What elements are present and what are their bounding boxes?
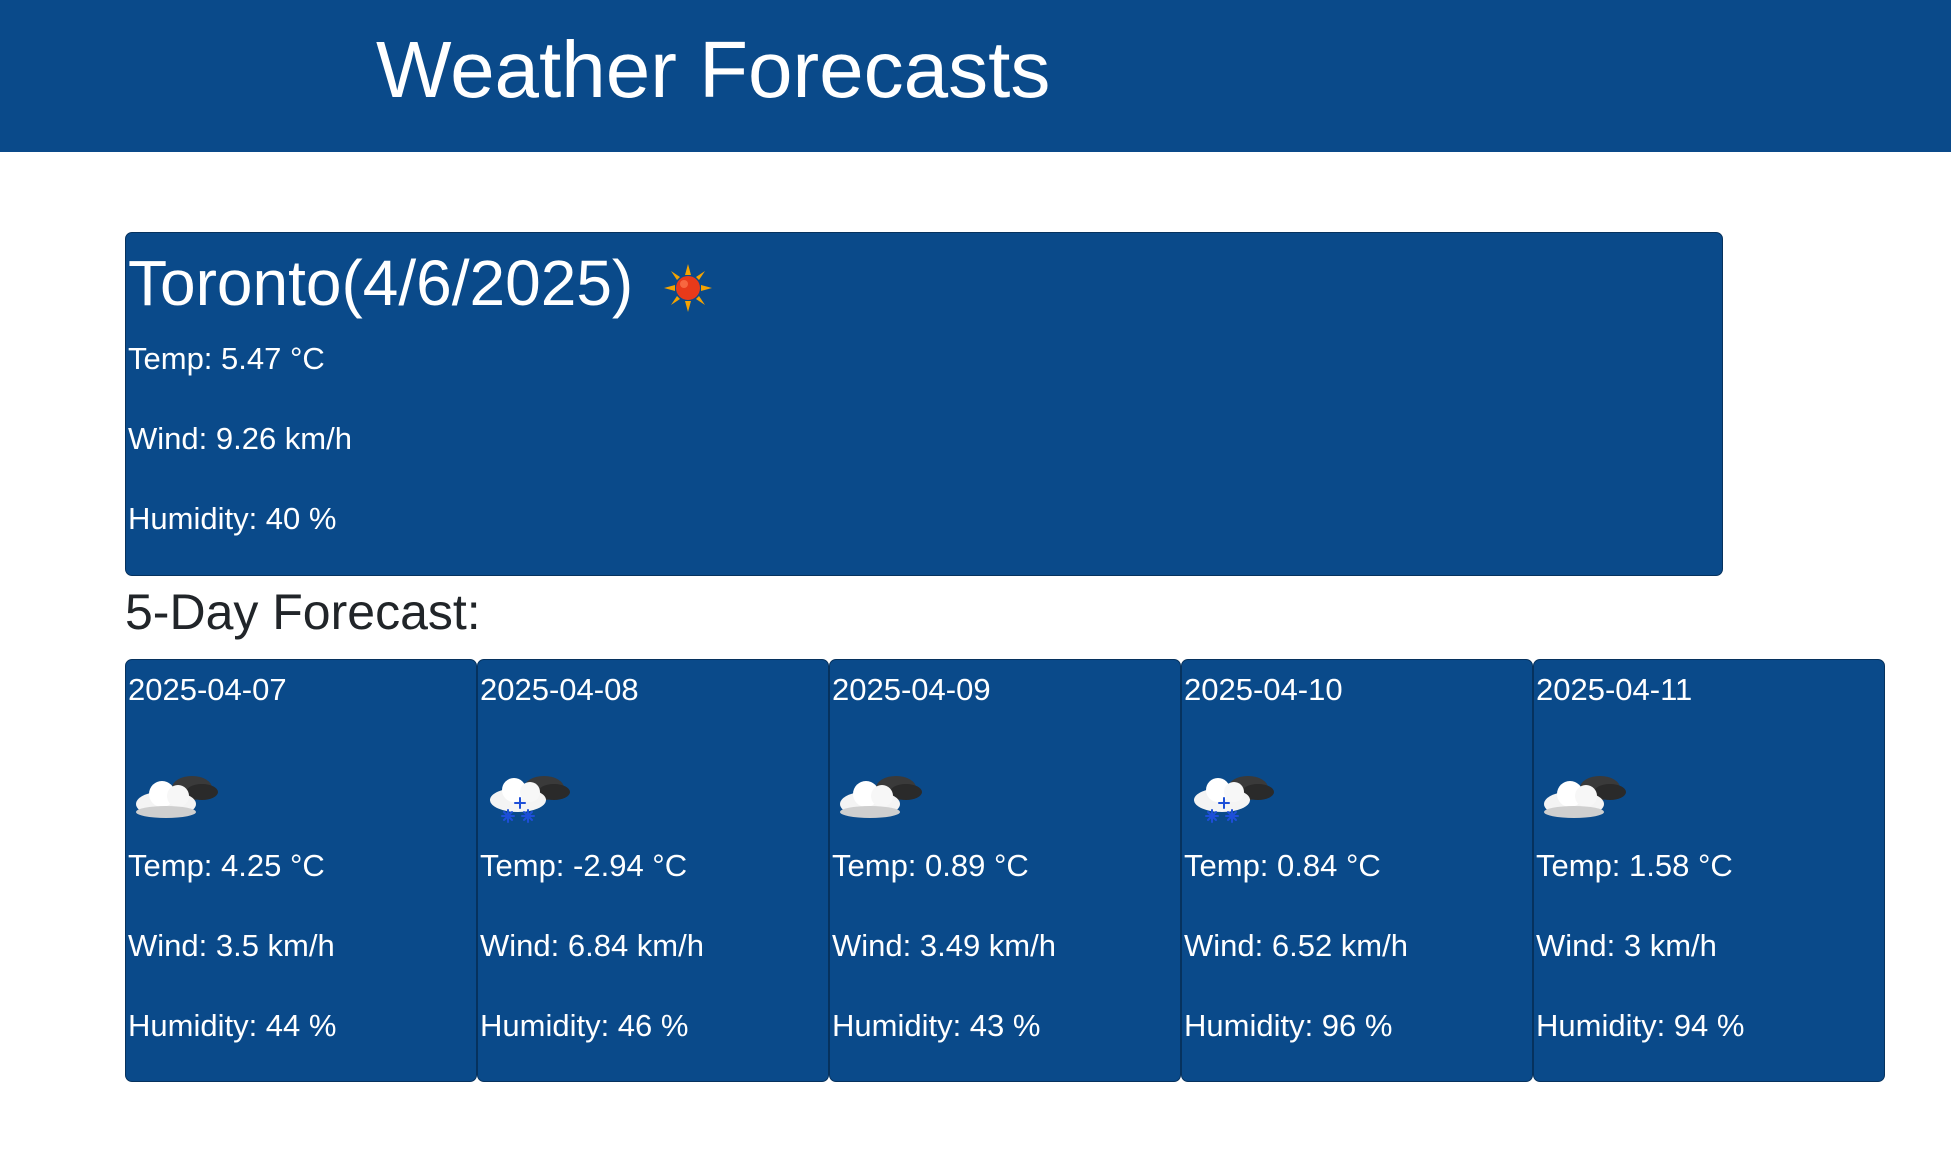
forecast-date: 2025-04-09 [832,672,991,707]
sun-icon [663,263,713,313]
forecast-temp: Temp: 0.89 °C [832,848,1029,883]
forecast-humidity: Humidity: 46 % [480,1008,689,1043]
forecast-date: 2025-04-11 [1536,672,1693,707]
forecast-humidity: Humidity: 94 % [1536,1008,1745,1043]
current-wind: Wind: 9.26 km/h [128,421,352,456]
forecast-temp: Temp: 1.58 °C [1536,848,1733,883]
forecast-humidity: Humidity: 43 % [832,1008,1041,1043]
snow-cloud-icon [1188,760,1280,826]
forecast-wind: Wind: 3 km/h [1536,928,1717,963]
forecast-day-card: 2025-04-08 Temp: -2.94 °C Wind: 6.84 km/… [477,659,829,1082]
forecast-wind: Wind: 6.52 km/h [1184,928,1408,963]
forecast-day-card: 2025-04-07 Temp: 4.25 °C Wind: 3.5 km/h … [125,659,477,1082]
city-date-text: Toronto(4/6/2025) [128,247,634,319]
forecast-date: 2025-04-10 [1184,672,1343,707]
app-header: Weather Forecasts [0,0,1951,152]
forecast-day-card: 2025-04-10 Temp: 0.84 °C Wind: 6.52 km/h… [1181,659,1533,1082]
forecast-wind: Wind: 3.49 km/h [832,928,1056,963]
forecast-wind: Wind: 6.84 km/h [480,928,704,963]
app-title: Weather Forecasts [376,25,1051,114]
forecast-humidity: Humidity: 96 % [1184,1008,1393,1043]
forecast-title: 5-Day Forecast: [125,584,481,640]
cloud-icon [132,760,224,826]
forecast-day-card: 2025-04-11 Temp: 1.58 °C Wind: 3 km/h Hu… [1533,659,1885,1082]
forecast-day-card: 2025-04-09 Temp: 0.89 °C Wind: 3.49 km/h… [829,659,1181,1082]
snow-cloud-icon [484,760,576,826]
cloud-icon [1540,760,1632,826]
forecast-date: 2025-04-08 [480,672,639,707]
forecast-temp: Temp: 0.84 °C [1184,848,1381,883]
city-date-heading: Toronto(4/6/2025) [128,243,713,323]
current-humidity: Humidity: 40 % [128,501,337,536]
forecast-temp: Temp: -2.94 °C [480,848,688,883]
forecast-temp: Temp: 4.25 °C [128,848,325,883]
forecast-date: 2025-04-07 [128,672,287,707]
forecast-humidity: Humidity: 44 % [128,1008,337,1043]
cloud-icon [836,760,928,826]
forecast-wind: Wind: 3.5 km/h [128,928,335,963]
current-temp: Temp: 5.47 °C [128,341,325,376]
current-weather-card: Toronto(4/6/2025) Temp: 5.47 °C Wind: 9.… [125,232,1723,576]
